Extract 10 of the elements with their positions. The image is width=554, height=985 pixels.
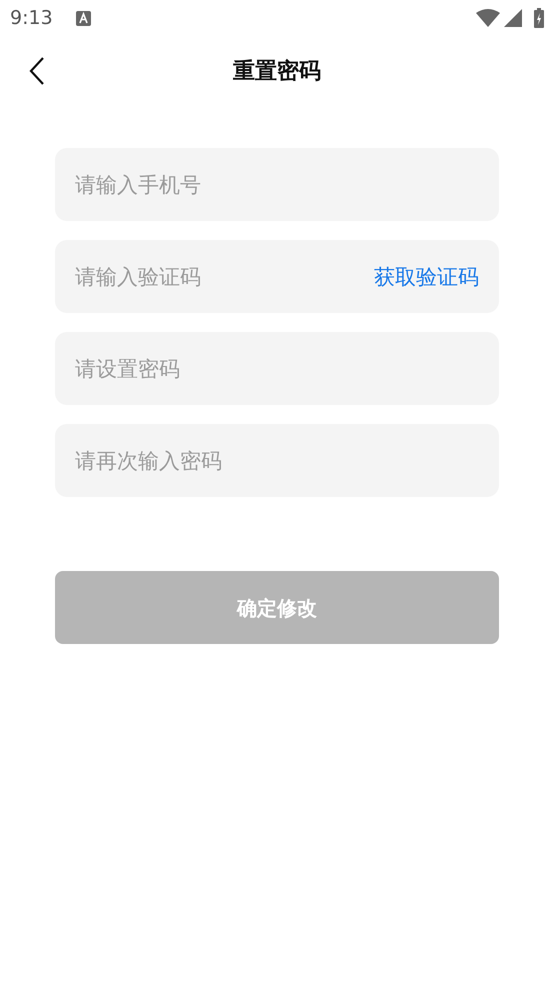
keyboard-notification-icon: [76, 10, 91, 26]
signal-icon: [504, 9, 522, 27]
battery-icon: [534, 8, 544, 28]
get-code-link[interactable]: 获取验证码: [374, 262, 479, 294]
status-time: 9:13: [10, 6, 53, 31]
input-field[interactable]: 请输入手机号: [55, 148, 499, 221]
input-field[interactable]: 请设置密码: [55, 332, 499, 405]
page-title: 重置密码: [233, 58, 321, 86]
wifi-icon: [476, 9, 500, 27]
input-field[interactable]: 请再次输入密码: [55, 424, 499, 497]
